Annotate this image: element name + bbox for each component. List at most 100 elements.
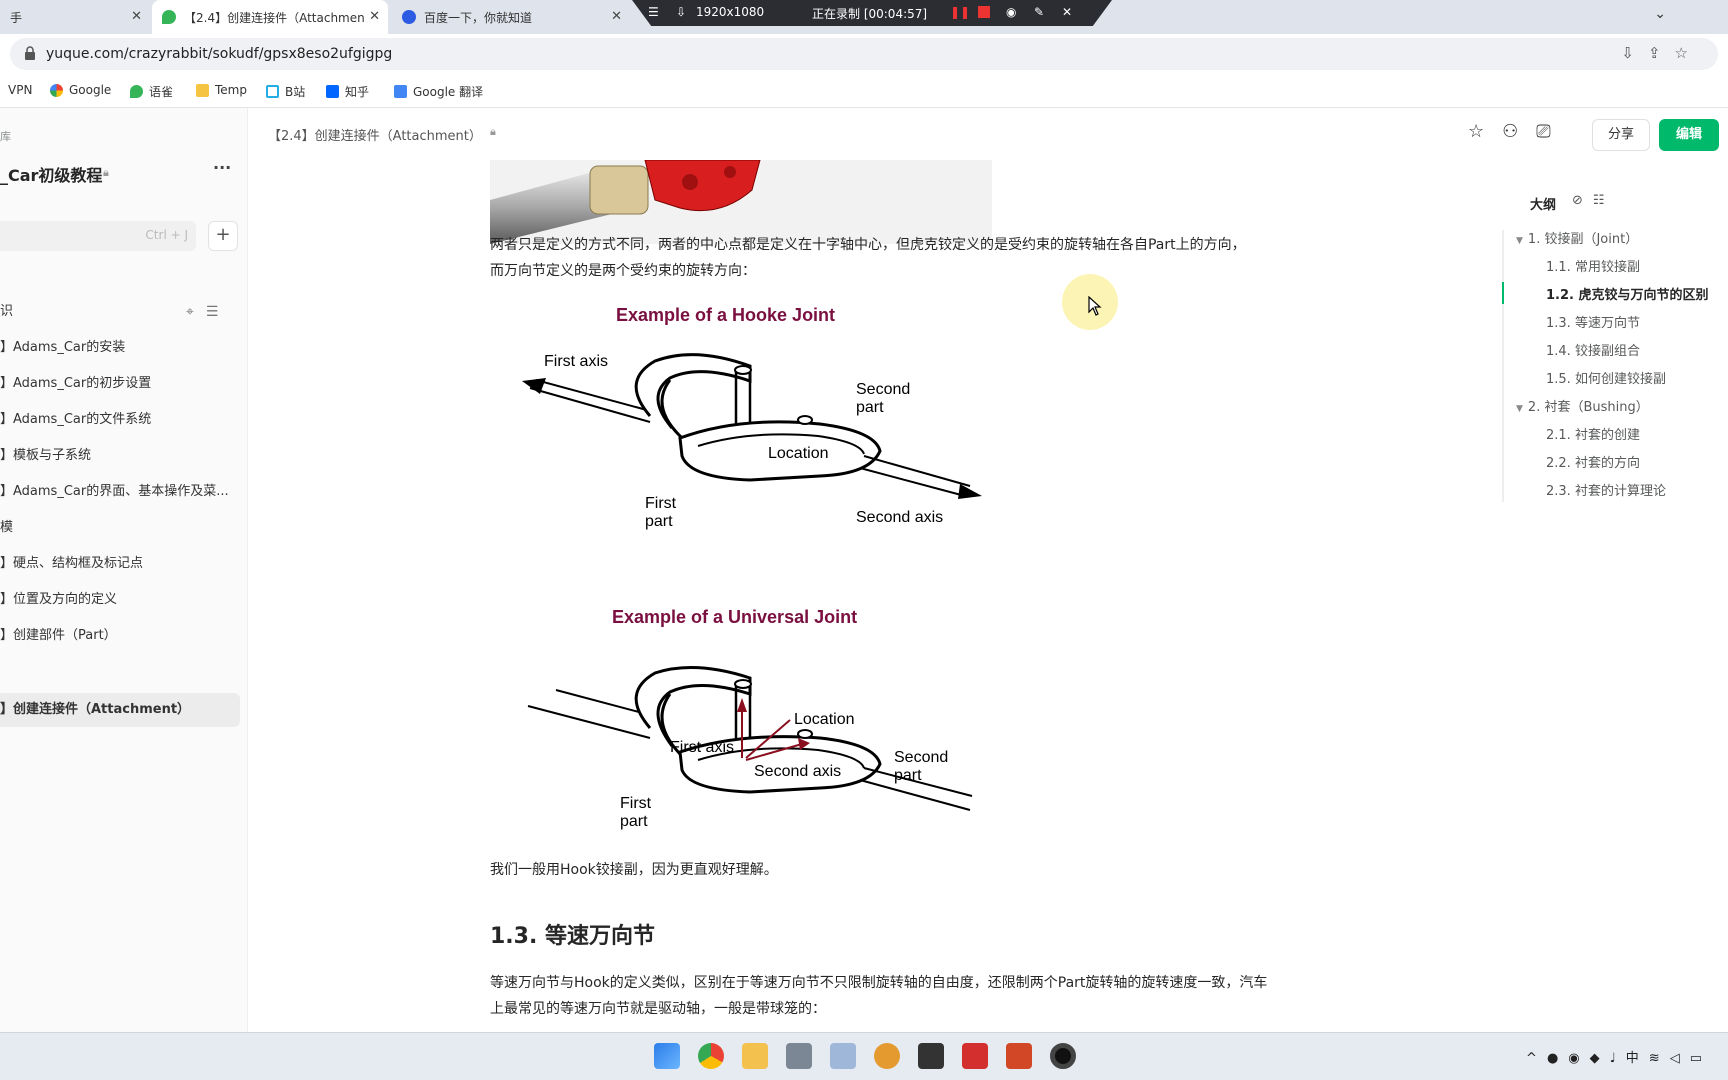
outline-item[interactable]: 2.3. 衬套的计算理论 bbox=[1546, 480, 1666, 499]
caret-down-icon[interactable]: ▼ bbox=[1516, 404, 1523, 414]
network-app-icon[interactable]: ◉ bbox=[1568, 1051, 1589, 1066]
bookmark-bilibili[interactable]: B站 bbox=[266, 83, 305, 100]
powerpoint-icon[interactable] bbox=[1006, 1043, 1032, 1069]
edit-button[interactable]: 编辑 bbox=[1659, 119, 1719, 151]
search-input[interactable]: Ctrl + J bbox=[0, 221, 196, 251]
battery-icon[interactable]: ▭ bbox=[1690, 1051, 1712, 1066]
calculator-icon[interactable] bbox=[786, 1043, 812, 1069]
outline-panel: 大纲 ⊘☷ ▼ 1. 铰接副（Joint） 1.1. 常用铰接副 1.2. 虎克铰… bbox=[1480, 160, 1728, 560]
outline-item[interactable]: 1.4. 铰接副组合 bbox=[1546, 340, 1640, 359]
outline-item[interactable]: ▼ 2. 衬套（Bushing） bbox=[1516, 396, 1649, 415]
sidebar-item-active[interactable]: 】创建连接件（Attachment） bbox=[0, 693, 240, 727]
diagram-title: Example of a Hooke Joint bbox=[616, 305, 835, 325]
sidebar-group[interactable]: 模 bbox=[0, 512, 240, 544]
ime-indicator[interactable]: 中 bbox=[1626, 1051, 1649, 1066]
share-icon[interactable]: ⇪ bbox=[1648, 44, 1675, 62]
bookmark-vpn[interactable]: VPN bbox=[8, 83, 32, 97]
sidebar-item[interactable]: 】位置及方向的定义 bbox=[0, 584, 240, 616]
tab-label: 手 bbox=[10, 10, 23, 25]
more-icon[interactable]: ··· bbox=[213, 158, 231, 177]
windows-start-icon[interactable] bbox=[654, 1043, 680, 1069]
screen-recorder-bar: ☰ ⇩ 1920x1080 正在录制 [00:04:57] ❚❚ ◉ ✎ ✕ bbox=[632, 0, 1112, 26]
sidebar-item[interactable]: 】Adams_Car的文件系统 bbox=[0, 404, 240, 436]
hooke-joint-diagram: Example of a Hooke Joint First axis Seco… bbox=[522, 305, 982, 530]
star-icon[interactable]: ☆ bbox=[1675, 44, 1702, 62]
chevron-up-icon[interactable]: ^ bbox=[1526, 1051, 1547, 1066]
sidebar-item[interactable]: 】Adams_Car的安装 bbox=[0, 332, 240, 364]
pause-icon[interactable]: ❚❚ bbox=[950, 5, 970, 19]
microphone-icon[interactable]: ♩ bbox=[1610, 1051, 1626, 1066]
outline-item[interactable]: 2.1. 衬套的创建 bbox=[1546, 424, 1640, 443]
share-button[interactable]: 分享 bbox=[1592, 119, 1650, 151]
sidebar-item[interactable]: 】创建部件（Part） bbox=[0, 620, 240, 652]
label-first-part: part bbox=[645, 513, 673, 530]
outline-item-active[interactable]: 1.2. 虎克铰与万向节的区别 bbox=[1546, 284, 1709, 303]
outline-item[interactable]: ▼ 1. 铰接副（Joint） bbox=[1516, 228, 1638, 247]
address-actions: ⇩⇪☆ bbox=[1621, 44, 1702, 62]
pdf-tool-icon[interactable] bbox=[918, 1043, 944, 1069]
caret-down-icon[interactable]: ▼ bbox=[1516, 236, 1523, 246]
outline-item[interactable]: 2.2. 衬套的方向 bbox=[1546, 452, 1640, 471]
app-tray-icon[interactable]: ◆ bbox=[1590, 1051, 1610, 1066]
file-explorer-icon[interactable] bbox=[742, 1043, 768, 1069]
bookmark-google-translate[interactable]: Google 翻译 bbox=[394, 83, 483, 100]
close-icon[interactable]: ✕ bbox=[1062, 5, 1072, 19]
add-user-icon[interactable]: ⚇ bbox=[1502, 121, 1536, 142]
recorder-icon[interactable] bbox=[1050, 1043, 1076, 1069]
menu-icon[interactable]: ☰ bbox=[648, 5, 659, 19]
outline-item[interactable]: 1.1. 常用铰接副 bbox=[1546, 256, 1640, 275]
close-icon[interactable]: ✕ bbox=[611, 9, 622, 24]
star-icon[interactable]: ☆ bbox=[1468, 121, 1502, 142]
sidebar-group[interactable]: 识 bbox=[0, 296, 240, 328]
eye-off-icon[interactable]: ⊘ bbox=[1572, 193, 1593, 208]
browser-tab-2[interactable]: 【2.4】创建连接件（Attachmen ✕ bbox=[152, 0, 388, 34]
browser-tab-1[interactable]: 手 ✕ bbox=[0, 0, 150, 34]
bookmark-temp[interactable]: Temp bbox=[196, 83, 247, 97]
doc-content: 两者只是定义的方式不同，两者的中心点都是定义在十字轴中心，但虎克铰定义的是受约束… bbox=[248, 160, 1480, 1032]
bookmark-google[interactable]: Google bbox=[50, 83, 111, 97]
browser-tab-3[interactable]: 百度一下，你就知道 ✕ bbox=[392, 0, 630, 34]
translate-icon bbox=[394, 85, 407, 98]
label-second-part: Second bbox=[856, 381, 910, 398]
add-button[interactable]: + bbox=[208, 221, 238, 251]
outline-item[interactable]: 1.3. 等速万向节 bbox=[1546, 312, 1640, 331]
bookmark-zhihu[interactable]: 知乎 bbox=[326, 83, 369, 100]
volume-icon[interactable]: ◁ bbox=[1670, 1051, 1690, 1066]
app-icon[interactable] bbox=[830, 1043, 856, 1069]
recorder-resolution: 1920x1080 bbox=[696, 5, 765, 19]
url-text: yuque.com/crazyrabbit/sokudf/gpsx8eso2uf… bbox=[46, 46, 393, 62]
search-app-icon[interactable] bbox=[874, 1043, 900, 1069]
recorder-status: 正在录制 [00:04:57] bbox=[812, 7, 928, 21]
bookmark-yuque[interactable]: 语雀 bbox=[130, 83, 173, 100]
sidebar-item[interactable]: 】Adams_Car的界面、基本操作及菜... bbox=[0, 476, 240, 508]
chevron-down-icon[interactable]: ⌄ bbox=[1654, 6, 1666, 22]
label-first-axis: First axis bbox=[670, 739, 734, 756]
sidebar-item[interactable]: 】硬点、结构框及标记点 bbox=[0, 548, 240, 580]
chrome-icon[interactable] bbox=[698, 1043, 724, 1069]
taskbar: ^●◉◆♩中≋◁▭ bbox=[0, 1032, 1728, 1080]
camera-icon[interactable]: ◉ bbox=[1006, 5, 1016, 19]
wifi-icon[interactable]: ≋ bbox=[1649, 1051, 1670, 1066]
list-icon[interactable]: ☷ bbox=[1593, 193, 1615, 208]
download-icon[interactable]: ⇩ bbox=[1621, 44, 1648, 62]
sidebar-item[interactable]: 】模板与子系统 bbox=[0, 440, 240, 472]
stop-icon[interactable] bbox=[978, 6, 990, 18]
label-first-part: part bbox=[620, 813, 648, 830]
system-tray: ^●◉◆♩中≋◁▭ bbox=[1526, 1047, 1712, 1066]
paragraph: 等速万向节与Hook的定义类似，区别在于等速万向节不只限制旋转轴的自由度，还限制… bbox=[490, 975, 1268, 1017]
url-omnibox[interactable]: yuque.com/crazyrabbit/sokudf/gpsx8eso2uf… bbox=[10, 38, 1718, 70]
acrobat-icon[interactable] bbox=[962, 1043, 988, 1069]
outline-tools: ⊘☷ bbox=[1572, 193, 1615, 208]
pen-icon[interactable]: ✎ bbox=[1034, 5, 1044, 19]
outline-item[interactable]: 1.5. 如何创建铰接副 bbox=[1546, 368, 1666, 387]
present-icon[interactable]: ⎚ bbox=[1536, 121, 1568, 142]
close-icon[interactable]: ✕ bbox=[131, 9, 142, 24]
google-icon bbox=[50, 83, 63, 97]
book-title[interactable]: _Car初级教程 bbox=[0, 162, 102, 186]
pin-icon[interactable]: ⇩ bbox=[676, 5, 686, 19]
wechat-icon[interactable]: ● bbox=[1547, 1051, 1568, 1066]
close-icon[interactable]: ✕ bbox=[369, 9, 380, 24]
search-shortcut: Ctrl + J bbox=[145, 228, 188, 242]
lock-icon bbox=[25, 46, 35, 60]
sidebar-item[interactable]: 】Adams_Car的初步设置 bbox=[0, 368, 240, 400]
